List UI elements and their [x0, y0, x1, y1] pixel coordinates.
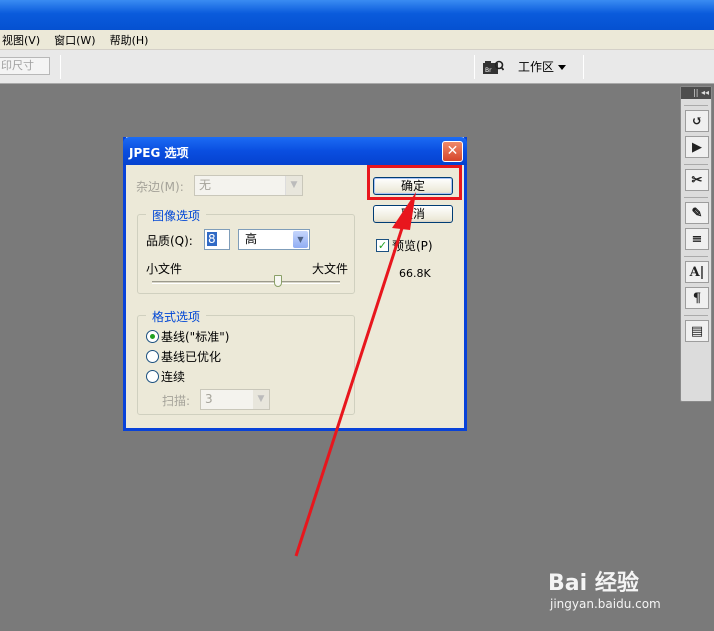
radio-label: 连续 [161, 370, 186, 384]
format-options-legend: 格式选项 [146, 308, 207, 325]
svg-text:Br: Br [485, 67, 492, 74]
actions-play-icon[interactable]: ▶ [685, 136, 709, 158]
ok-highlight-box [367, 165, 462, 200]
baidu-watermark: Bai 经验 jingyan.baidu.com [548, 559, 678, 619]
brushes-icon[interactable]: ✎ [685, 202, 709, 224]
tool-presets-icon[interactable]: ≡ [685, 228, 709, 250]
preview-checkbox[interactable]: ✓ [376, 239, 389, 252]
quality-level-value: 高 [245, 232, 258, 246]
image-options-group: 图像选项 品质(Q): 8 高 ▼ 小文件 大文件 [137, 207, 355, 294]
chevron-down-icon [558, 65, 567, 70]
quality-slider-thumb[interactable] [274, 275, 282, 287]
panel-group: A| ¶ [684, 256, 709, 309]
menu-window[interactable]: 窗口(W) [54, 32, 95, 48]
radio-label: 基线("标准") [161, 330, 230, 344]
separator [60, 55, 61, 79]
dialog-title: JPEG 选项 [129, 146, 189, 160]
image-options-legend: 图像选项 [146, 207, 207, 224]
chevron-down-icon: ▼ [253, 390, 269, 409]
menu-view[interactable]: 视图(V) [2, 32, 40, 48]
app-titlebar [0, 0, 714, 30]
separator [474, 55, 475, 79]
quality-level-select[interactable]: 高 ▼ [238, 229, 310, 250]
panel-dock-header[interactable]: || ◂◂ [681, 87, 711, 99]
scan-select: 3 ▼ [200, 389, 270, 410]
panel-group: ▤ [684, 315, 709, 342]
file-size-readout: 66.8K [399, 267, 431, 280]
tools-icon[interactable]: ✂ [685, 169, 709, 191]
dialog-titlebar[interactable]: JPEG 选项 ✕ [123, 137, 467, 165]
preview-checkbox-row[interactable]: ✓ 预览(P) [376, 237, 433, 254]
small-file-label: 小文件 [146, 262, 183, 276]
panel-group: ✎ ≡ [684, 197, 709, 250]
jpeg-options-dialog: JPEG 选项 ✕ 杂边(M): 无 ▼ 图像选项 品质(Q): 8 高 ▼ 小… [123, 137, 467, 431]
cancel-button[interactable]: 取消 [373, 205, 453, 223]
preview-label: 预览(P) [392, 239, 433, 253]
workspace-dropdown[interactable]: 工作区 [518, 58, 567, 76]
quality-value: 8 [207, 232, 217, 246]
bridge-camera-icon[interactable]: Br [482, 59, 504, 75]
print-size-button[interactable]: 印尺寸 [0, 57, 50, 75]
quality-slider-track[interactable] [152, 281, 340, 284]
close-button[interactable]: ✕ [442, 141, 463, 162]
menu-help[interactable]: 帮助(H) [110, 32, 149, 48]
scan-value: 3 [205, 392, 213, 406]
options-bar: 印尺寸 Br 工作区 [0, 50, 714, 84]
scan-label: 扫描: [162, 394, 191, 408]
radio-label: 基线已优化 [161, 350, 222, 364]
history-icon[interactable]: ↺ [685, 110, 709, 132]
separator [583, 55, 584, 79]
quality-label: 品质(Q): [146, 234, 193, 248]
radio-button[interactable] [146, 350, 159, 363]
format-options-group: 格式选项 基线("标准") 基线已优化 连续 扫描: 3 ▼ [137, 308, 355, 415]
panel-group: ✂ [684, 164, 709, 191]
menubar: 视图(V) 窗口(W) 帮助(H) [0, 30, 714, 50]
character-icon[interactable]: A| [685, 261, 709, 283]
radio-button[interactable] [146, 370, 159, 383]
paragraph-icon[interactable]: ¶ [685, 287, 709, 309]
watermark-url: jingyan.baidu.com [550, 597, 661, 611]
panel-dock: || ◂◂ ↺ ▶ ✂ ✎ ≡ A| ¶ ▤ [680, 86, 712, 402]
quality-input[interactable]: 8 [204, 229, 230, 250]
layer-comps-icon[interactable]: ▤ [685, 320, 709, 342]
matte-value: 无 [199, 178, 212, 192]
watermark-main: Bai 经验 [548, 571, 639, 596]
matte-select: 无 ▼ [194, 175, 303, 196]
workspace-label: 工作区 [518, 60, 555, 74]
radio-baseline-standard[interactable]: 基线("标准") [146, 328, 229, 345]
chevron-down-icon: ▼ [285, 176, 302, 195]
matte-label: 杂边(M): [136, 180, 184, 194]
panel-group: ↺ ▶ [684, 105, 709, 158]
chevron-down-icon: ▼ [293, 231, 308, 248]
radio-progressive[interactable]: 连续 [146, 368, 185, 385]
radio-button[interactable] [146, 330, 159, 343]
radio-baseline-optimized[interactable]: 基线已优化 [146, 348, 221, 365]
large-file-label: 大文件 [311, 262, 348, 276]
